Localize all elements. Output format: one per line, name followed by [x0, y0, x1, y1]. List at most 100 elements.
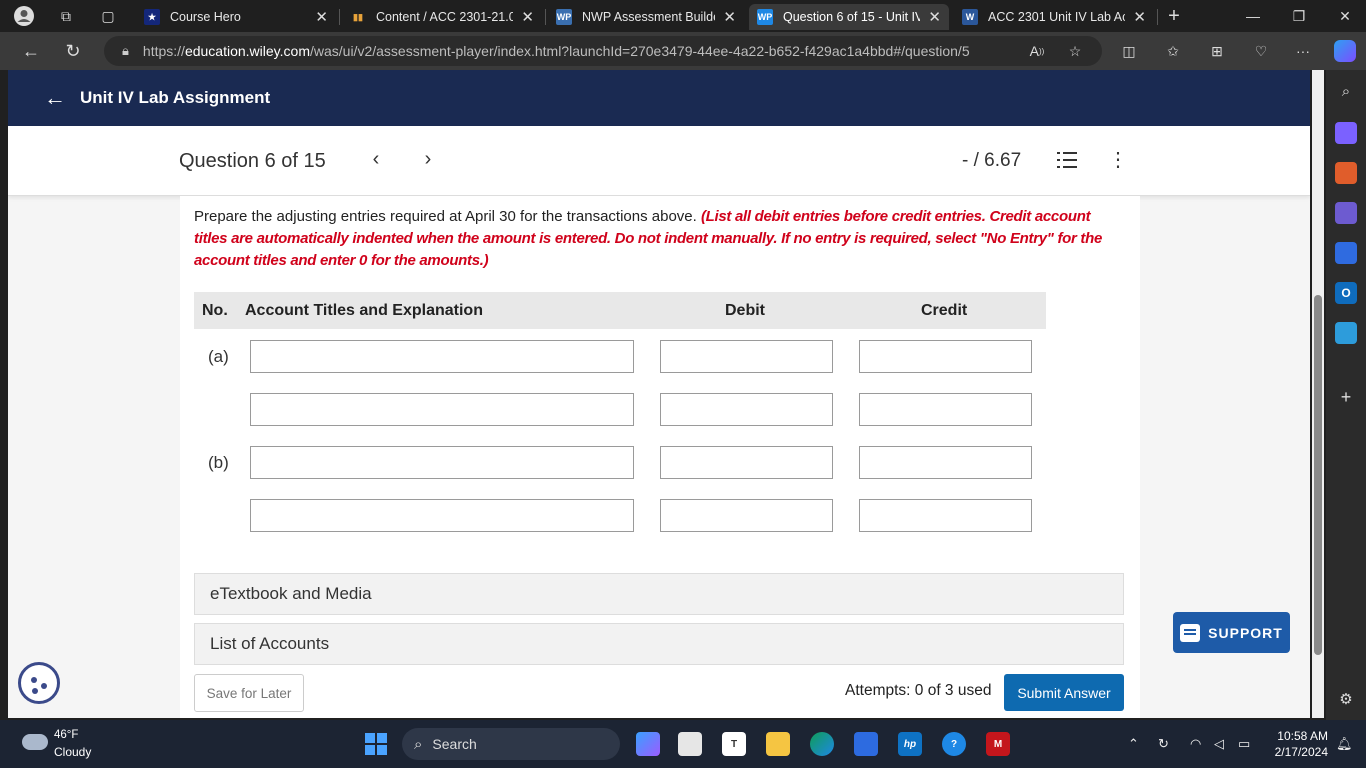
close-tab-icon[interactable]: ✕ — [521, 8, 534, 26]
battery-icon[interactable]: ▭ — [1238, 736, 1250, 752]
scrollbar-thumb[interactable] — [1314, 295, 1322, 655]
clock-time[interactable]: 10:58 AM — [1266, 729, 1328, 743]
copilot-sidebar-icon[interactable] — [1335, 242, 1357, 264]
account-title-input[interactable] — [250, 499, 634, 532]
refresh-icon[interactable]: ↻ — [60, 39, 86, 63]
edge-icon[interactable] — [810, 732, 834, 756]
question-instructions: Prepare the adjusting entries required a… — [194, 206, 1114, 272]
drop-icon[interactable] — [1335, 322, 1357, 344]
back-icon[interactable]: ← — [18, 39, 44, 63]
wifi-icon[interactable]: ◠ — [1190, 736, 1201, 752]
debit-input[interactable] — [660, 340, 833, 373]
show-hidden-icons-icon[interactable]: ⌃ — [1128, 736, 1139, 752]
taskbar-search[interactable]: ⌕ Search — [402, 728, 620, 760]
help-icon[interactable]: ? — [942, 732, 966, 756]
col-debit-header: Debit — [725, 302, 765, 319]
question-list-icon[interactable] — [1057, 150, 1077, 170]
support-label: SUPPORT — [1208, 624, 1283, 641]
shopping-tag-icon[interactable] — [1335, 122, 1357, 144]
sync-icon[interactable]: ↻ — [1158, 736, 1169, 752]
restore-icon[interactable]: ❐ — [1284, 4, 1314, 28]
account-title-input[interactable] — [250, 340, 634, 373]
tab-actions-icon[interactable]: ▢ — [96, 4, 120, 28]
tab-question-6[interactable]: WP Question 6 of 15 - Unit IV ✕ — [749, 4, 949, 30]
browser-essentials-icon[interactable]: ♡ — [1250, 40, 1272, 62]
copilot-app-icon[interactable] — [636, 732, 660, 756]
entry-label: (a) — [208, 347, 229, 366]
windows-start-icon[interactable] — [365, 733, 387, 755]
wp-logo-icon: WP — [757, 9, 773, 25]
lock-icon: 🔒︎ — [122, 43, 129, 58]
debit-input[interactable] — [660, 446, 833, 479]
account-title-input[interactable] — [250, 393, 634, 426]
tools-briefcase-icon[interactable] — [1335, 162, 1357, 184]
chart-bars-icon: ▮▮ — [353, 11, 363, 22]
close-tab-icon[interactable]: ✕ — [928, 8, 941, 26]
attempts-counter: Attempts: 0 of 3 used — [845, 682, 992, 699]
url-host: education.wiley.com — [184, 43, 310, 59]
mcafee-icon[interactable]: M — [986, 732, 1010, 756]
more-options-icon[interactable]: ⋮ — [1108, 150, 1128, 170]
instructions-text: Prepare the adjusting entries required a… — [194, 208, 701, 225]
favorite-star-icon[interactable]: ☆ — [1064, 40, 1086, 62]
question-score: - / 6.67 — [962, 150, 1022, 171]
collections-icon[interactable]: ⊞ — [1206, 40, 1228, 62]
credit-input[interactable] — [859, 340, 1032, 373]
myhp-icon[interactable]: hp — [898, 732, 922, 756]
credit-input[interactable] — [859, 446, 1032, 479]
volume-icon[interactable]: ◁ — [1214, 736, 1224, 752]
favorites-icon[interactable]: ✩ — [1162, 40, 1184, 62]
profile-icon[interactable] — [12, 4, 36, 28]
new-tab-icon[interactable]: + — [1162, 4, 1186, 28]
url-field[interactable]: 🔒︎ https://education.wiley.com/was/ui/v2… — [104, 36, 1102, 66]
split-screen-icon[interactable]: ◫ — [1118, 40, 1140, 62]
submit-answer-button[interactable]: Submit Answer — [1004, 674, 1124, 711]
debit-input[interactable] — [660, 393, 833, 426]
previous-question-icon[interactable]: ‹ — [366, 148, 386, 171]
close-tab-icon[interactable]: ✕ — [1133, 8, 1146, 26]
copilot-icon[interactable] — [1334, 40, 1356, 62]
close-window-icon[interactable]: ✕ — [1330, 4, 1360, 28]
col-credit-header: Credit — [921, 302, 968, 319]
assessment-page: ← Unit IV Lab Assignment Question 6 of 1… — [8, 70, 1310, 718]
close-tab-icon[interactable]: ✕ — [315, 8, 328, 26]
debit-input[interactable] — [660, 499, 833, 532]
table-row: (b) — [194, 435, 1046, 488]
read-aloud-icon[interactable]: A)) — [1026, 40, 1048, 62]
tab-title: Course Hero — [170, 10, 241, 24]
credit-input[interactable] — [859, 393, 1032, 426]
workspaces-icon[interactable]: ⧉ — [54, 4, 78, 28]
search-label: Search — [432, 736, 477, 752]
close-tab-icon[interactable]: ✕ — [723, 8, 736, 26]
add-sidebar-app-icon[interactable]: + — [1335, 386, 1357, 408]
tab-acc-word[interactable]: W ACC 2301 Unit IV Lab Activ ✕ — [954, 4, 1154, 30]
cloud-icon[interactable] — [22, 734, 48, 750]
tab-content-acc[interactable]: ▮▮ Content / ACC 2301-21.01 ✕ — [342, 4, 542, 30]
tab-nwp-builder[interactable]: WP NWP Assessment Builder U ✕ — [548, 4, 744, 30]
back-arrow-icon[interactable]: ← — [44, 85, 68, 111]
file-explorer-icon[interactable] — [766, 732, 790, 756]
search-icon[interactable]: ⌕ — [1335, 80, 1357, 102]
next-question-icon[interactable]: › — [418, 148, 438, 171]
tab-separator — [1157, 9, 1158, 25]
games-icon[interactable] — [1335, 202, 1357, 224]
list-of-accounts-panel[interactable]: List of Accounts — [194, 623, 1124, 665]
etextbook-media-panel[interactable]: eTextbook and Media — [194, 573, 1124, 615]
support-button[interactable]: SUPPORT — [1173, 612, 1290, 653]
task-view-icon[interactable] — [678, 732, 702, 756]
tab-course-hero[interactable]: ★ Course Hero ✕ — [136, 4, 336, 30]
store-icon[interactable] — [854, 732, 878, 756]
outlook-icon[interactable]: O — [1335, 282, 1357, 304]
teams-icon[interactable]: T — [722, 732, 746, 756]
cookie-settings-icon[interactable] — [18, 662, 60, 704]
account-title-input[interactable] — [250, 446, 634, 479]
clock-date[interactable]: 2/17/2024 — [1266, 745, 1328, 759]
more-menu-icon[interactable]: ··· — [1292, 40, 1314, 62]
save-for-later-button[interactable]: Save for Later — [194, 674, 304, 712]
sidebar-settings-icon[interactable]: ⚙ — [1335, 688, 1357, 710]
tab-title: Question 6 of 15 - Unit IV — [783, 10, 921, 24]
notification-bell-icon[interactable]: 🔔︎ — [1336, 736, 1353, 752]
page-scrollbar[interactable] — [1312, 70, 1324, 718]
credit-input[interactable] — [859, 499, 1032, 532]
minimize-icon[interactable]: — — [1238, 4, 1268, 28]
